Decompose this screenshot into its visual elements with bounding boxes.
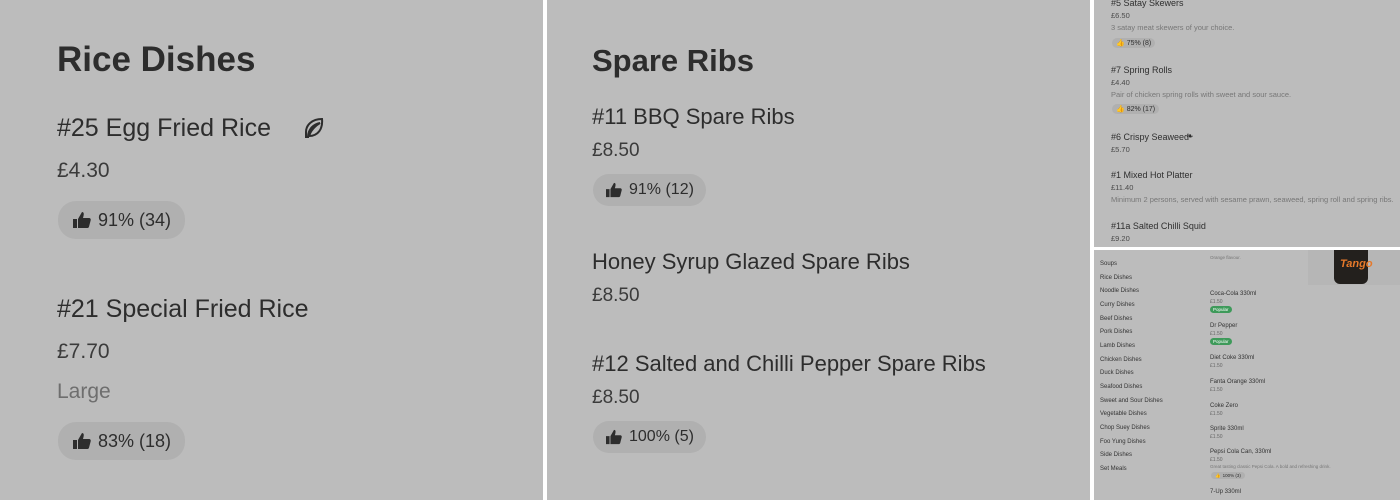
leaf-icon [305, 117, 324, 138]
nav-item-beef-dishes[interactable]: Beef Dishes [1100, 316, 1132, 322]
nav-item-chicken-dishes[interactable]: Chicken Dishes [1100, 357, 1142, 363]
item-name: Coca-Cola 330ml [1210, 291, 1257, 297]
nav-item-lamb-dishes[interactable]: Lamb Dishes [1100, 343, 1135, 349]
item-price: £8.50 [592, 285, 640, 306]
rating-text: 82% (17) [1126, 105, 1156, 113]
drinks-panel: Soups Rice Dishes Noodle Dishes Curry Di… [1094, 250, 1400, 500]
nav-item-vegetable-dishes[interactable]: Vegetable Dishes [1100, 411, 1147, 417]
nav-item-chop-suey-dishes[interactable]: Chop Suey Dishes [1100, 425, 1150, 431]
spare-ribs-panel: Spare Ribs #11 BBQ Spare Ribs £8.50 91% … [547, 0, 1090, 500]
item-name: Dr Pepper [1210, 323, 1238, 329]
item-name: Sprite 330ml [1210, 426, 1244, 432]
item-name: #12 Salted and Chilli Pepper Spare Ribs [592, 351, 986, 376]
nav-item-set-meals[interactable]: Set Meals [1100, 466, 1127, 472]
item-name: Diet Coke 330ml [1210, 355, 1255, 361]
item-price: £11.40 [1111, 183, 1134, 192]
nav-item-rice-dishes[interactable]: Rice Dishes [1100, 275, 1132, 281]
rating-text: 75% (8) [1126, 39, 1152, 47]
thumbs-up-icon: 👍 [1116, 106, 1125, 113]
item-price: £1.50 [1210, 434, 1223, 440]
item-name: #11 BBQ Spare Ribs [592, 104, 795, 129]
rating-badge: 91% (34) [58, 201, 186, 239]
item-price: £1.50 [1210, 331, 1223, 337]
rating-badge: 91% (12) [593, 174, 706, 206]
popular-badge: Popular [1210, 338, 1232, 345]
rice-dishes-panel: Rice Dishes #25 Egg Fried Rice £4.30 91%… [0, 0, 543, 500]
item-name: #11a Salted Chilli Squid [1111, 221, 1206, 231]
section-heading: Spare Ribs [592, 43, 754, 78]
popular-badge: Popular [1210, 306, 1232, 313]
nav-item-curry-dishes[interactable]: Curry Dishes [1100, 302, 1135, 308]
thumbs-up-icon: 👍 [1116, 40, 1125, 47]
item-price: £1.50 [1210, 363, 1223, 369]
nav-item-noodle-dishes[interactable]: Noodle Dishes [1100, 288, 1139, 294]
item-price: £7.70 [57, 340, 110, 363]
rating-text: 91% (12) [629, 181, 694, 198]
rating-text: 83% (18) [98, 430, 172, 451]
section-heading: Rice Dishes [57, 40, 256, 79]
item-name: #5 Satay Skewers [1111, 0, 1184, 8]
item-price: £1.50 [1210, 299, 1223, 305]
nav-item-pork-dishes[interactable]: Pork Dishes [1100, 329, 1132, 335]
item-price: £1.50 [1210, 457, 1223, 463]
item-description: Orange flavour. [1210, 255, 1241, 260]
item-price: £5.70 [1111, 145, 1130, 154]
item-price: £1.50 [1210, 387, 1223, 393]
item-name: 7-Up 330ml [1210, 489, 1242, 495]
nav-item-soups[interactable]: Soups [1100, 261, 1117, 267]
item-name: #21 Special Fried Rice [57, 295, 309, 323]
leaf-icon: ❧ [1186, 131, 1194, 141]
item-size: Large [57, 380, 111, 403]
item-name: #7 Spring Rolls [1111, 65, 1173, 75]
rating-badge: 👍 100% (3) [1211, 472, 1245, 479]
rating-badge: 83% (18) [58, 422, 186, 460]
item-name: Fanta Orange 330ml [1210, 379, 1266, 385]
product-brand: Tango [1340, 258, 1373, 270]
item-description: 3 satay meat skewers of your choice. [1111, 23, 1235, 32]
starters-panel: #5 Satay Skewers £6.50 3 satay meat skew… [1094, 0, 1400, 247]
item-name: Honey Syrup Glazed Spare Ribs [592, 249, 910, 274]
item-name: #25 Egg Fried Rice [57, 114, 272, 142]
item-price: £8.50 [592, 140, 640, 161]
rating-text: 91% (34) [98, 209, 172, 230]
thumbs-up-icon [606, 182, 622, 198]
rating-text: 100% (5) [629, 428, 694, 445]
item-name: Pepsi Cola Can, 330ml [1210, 449, 1272, 455]
rating-badge: 100% (5) [593, 421, 706, 453]
nav-item-foo-yung-dishes[interactable]: Foo Yung Dishes [1100, 439, 1146, 445]
item-description: Pair of chicken spring rolls with sweet … [1111, 90, 1292, 99]
item-description: Great tasting classic Pepsi Cola. A bold… [1210, 464, 1331, 469]
item-price: £8.50 [592, 387, 640, 408]
nav-item-side-dishes[interactable]: Side Dishes [1100, 452, 1132, 458]
nav-item-sweet-and-sour-dishes[interactable]: Sweet and Sour Dishes [1100, 398, 1163, 404]
thumbs-up-icon [73, 433, 91, 449]
item-price: £4.30 [57, 159, 110, 182]
item-name: #6 Crispy Seaweed [1111, 132, 1190, 142]
thumbs-up-icon [73, 212, 91, 228]
rating-text: 100% (3) [1222, 473, 1241, 478]
thumbs-up-icon: 👍 [1215, 472, 1221, 478]
item-name: #1 Mixed Hot Platter [1111, 170, 1193, 180]
item-price: £6.50 [1111, 11, 1130, 20]
thumbs-up-icon [606, 429, 622, 445]
rating-badge: 👍 75% (8) [1112, 38, 1156, 48]
nav-item-seafood-dishes[interactable]: Seafood Dishes [1100, 384, 1142, 390]
rating-badge: 👍 82% (17) [1112, 104, 1160, 114]
nav-item-duck-dishes[interactable]: Duck Dishes [1100, 370, 1134, 376]
item-price: £4.40 [1111, 78, 1130, 87]
item-name: Coke Zero [1210, 403, 1239, 409]
item-description: Minimum 2 persons, served with sesame pr… [1111, 195, 1394, 204]
item-price: £1.50 [1210, 411, 1223, 417]
item-price: £9.20 [1111, 234, 1130, 243]
